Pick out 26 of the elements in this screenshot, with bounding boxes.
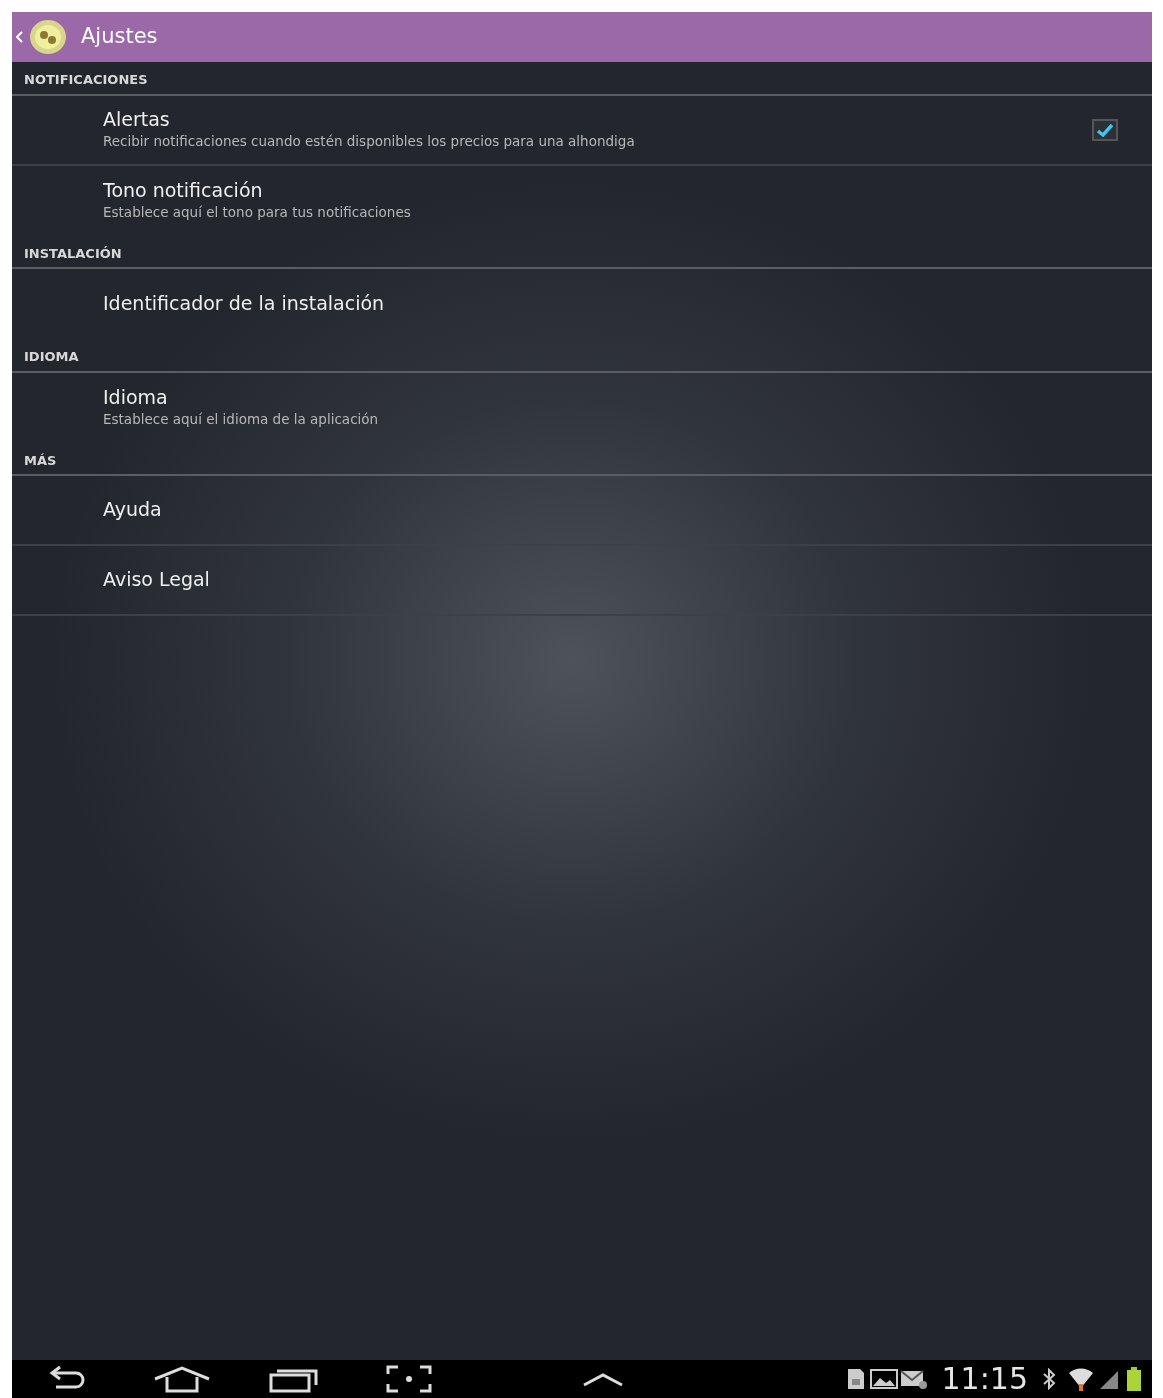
clock: 11:15 [941, 1364, 1028, 1394]
caret-icon[interactable] [582, 1371, 624, 1387]
bluetooth-icon [1042, 1368, 1056, 1390]
setting-summary: Establece aquí el tono para tus notificaciones [103, 203, 411, 223]
setting-title[interactable]: Ayuda [103, 498, 162, 522]
setting-title[interactable]: Tono notificación [103, 178, 263, 203]
setting-title[interactable]: Alertas [103, 107, 170, 132]
screen-title: Ajustes [81, 23, 158, 51]
setting-summary: Recibir notificaciones cuando estén disponibles los precios para una alhondiga [103, 132, 635, 152]
section-header: INSTALACIÓN [12, 235, 1152, 269]
image-icon [869, 1368, 898, 1390]
section-header: NOTIFICACIONES [12, 62, 1152, 96]
sd-card-icon [845, 1367, 866, 1391]
setting-title[interactable]: Idioma [103, 385, 168, 410]
battery-icon [1126, 1366, 1142, 1392]
home-icon[interactable] [152, 1365, 212, 1393]
screenshot-icon[interactable] [386, 1365, 432, 1393]
section-header: IDIOMA [12, 339, 1152, 373]
setting-summary: Establece aquí el idioma de la aplicación [103, 410, 379, 430]
checkbox[interactable] [1092, 118, 1118, 141]
section-header: MÁS [12, 442, 1152, 476]
mail-icon [899, 1368, 928, 1390]
setting-title[interactable]: Aviso Legal [103, 568, 210, 592]
app-logo[interactable] [29, 19, 67, 55]
setting-title[interactable]: Identificador de la instalación [103, 292, 385, 316]
wifi-icon [1068, 1366, 1094, 1392]
